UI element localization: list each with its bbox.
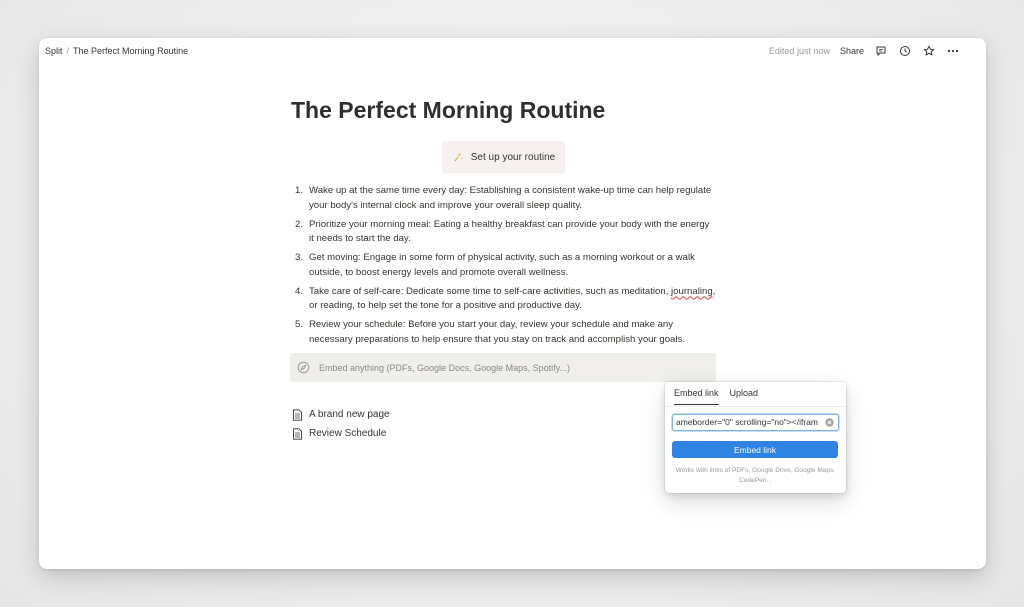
embed-placeholder: Embed anything (PDFs, Google Docs, Googl… — [319, 362, 570, 373]
list-item-text: Get moving: Engage in some form of physi… — [309, 252, 695, 278]
page-icon — [293, 408, 302, 421]
list-item[interactable]: 4. Take care of self-care: Dedicate some… — [291, 285, 716, 314]
tab-divider — [665, 406, 846, 407]
list-item-text: Review your schedule: Before you start y… — [309, 319, 685, 345]
embed-hint: Works with links of PDFs, Google Drive, … — [675, 467, 836, 484]
list-item[interactable]: 1. Wake up at the same time every day: E… — [291, 184, 716, 213]
breadcrumb: Split / The Perfect Morning Routine — [45, 46, 188, 56]
app-window: Split / The Perfect Morning Routine Edit… — [39, 38, 986, 569]
breadcrumb-separator: / — [66, 46, 70, 56]
page-title[interactable]: The Perfect Morning Routine — [291, 97, 605, 124]
embed-popover: Embed link Upload ameborder="0" scrollin… — [665, 382, 846, 493]
page-link-label: A brand new page — [309, 409, 390, 420]
page-link-review-schedule[interactable]: Review Schedule — [292, 424, 390, 443]
embed-link-button[interactable]: Embed link — [672, 441, 838, 458]
page-icon — [293, 427, 302, 440]
spellcheck-word[interactable]: journaling — [671, 286, 713, 297]
page-link-new-page[interactable]: A brand new page — [292, 405, 390, 424]
embed-tabs: Embed link Upload — [674, 388, 758, 405]
comment-icon[interactable] — [874, 44, 888, 58]
page-link-label: Review Schedule — [309, 428, 387, 439]
list-item[interactable]: 5. Review your schedule: Before you star… — [291, 318, 716, 347]
list-number: 5. — [295, 319, 304, 330]
list-number: 4. — [295, 285, 304, 297]
embed-block[interactable]: Embed anything (PDFs, Google Docs, Googl… — [290, 353, 716, 382]
history-clock-icon[interactable] — [898, 44, 912, 58]
subpage-links: A brand new page Review Schedule — [292, 405, 390, 443]
breadcrumb-parent[interactable]: Split — [45, 46, 63, 56]
list-item[interactable]: 2. Prioritize your morning meal: Eating … — [291, 218, 716, 247]
setup-routine-label: Set up your routine — [470, 152, 556, 163]
top-bar: Split / The Perfect Morning Routine Edit… — [39, 38, 986, 64]
breadcrumb-current[interactable]: The Perfect Morning Routine — [73, 46, 188, 56]
sparkle-wand-icon — [454, 152, 463, 162]
edited-status: Edited just now — [768, 46, 830, 56]
compass-embed-icon — [297, 361, 310, 374]
list-item-text: Wake up at the same time every day: Esta… — [309, 185, 712, 211]
embed-url-input[interactable]: ameborder="0" scrolling="no"></ifram — [672, 414, 839, 431]
routine-list: 1. Wake up at the same time every day: E… — [291, 184, 716, 352]
setup-routine-button[interactable]: Set up your routine — [442, 141, 565, 174]
more-options-icon[interactable] — [946, 44, 960, 58]
list-number: 2. — [295, 218, 304, 230]
list-number: 1. — [295, 185, 304, 196]
tab-upload[interactable]: Upload — [730, 388, 759, 405]
list-item[interactable]: 3. Get moving: Engage in some form of ph… — [291, 251, 716, 280]
list-item-text: Prioritize your morning meal: Eating a h… — [309, 218, 710, 245]
share-button[interactable]: Share — [840, 46, 864, 56]
list-number: 3. — [295, 252, 304, 263]
star-icon[interactable] — [922, 44, 936, 58]
clear-input-icon[interactable] — [825, 418, 834, 427]
top-actions: Edited just now Share — [769, 44, 960, 58]
list-item-text: Take care of self-care: Dedicate some ti… — [309, 285, 672, 297]
tab-embed-link[interactable]: Embed link — [674, 388, 719, 405]
